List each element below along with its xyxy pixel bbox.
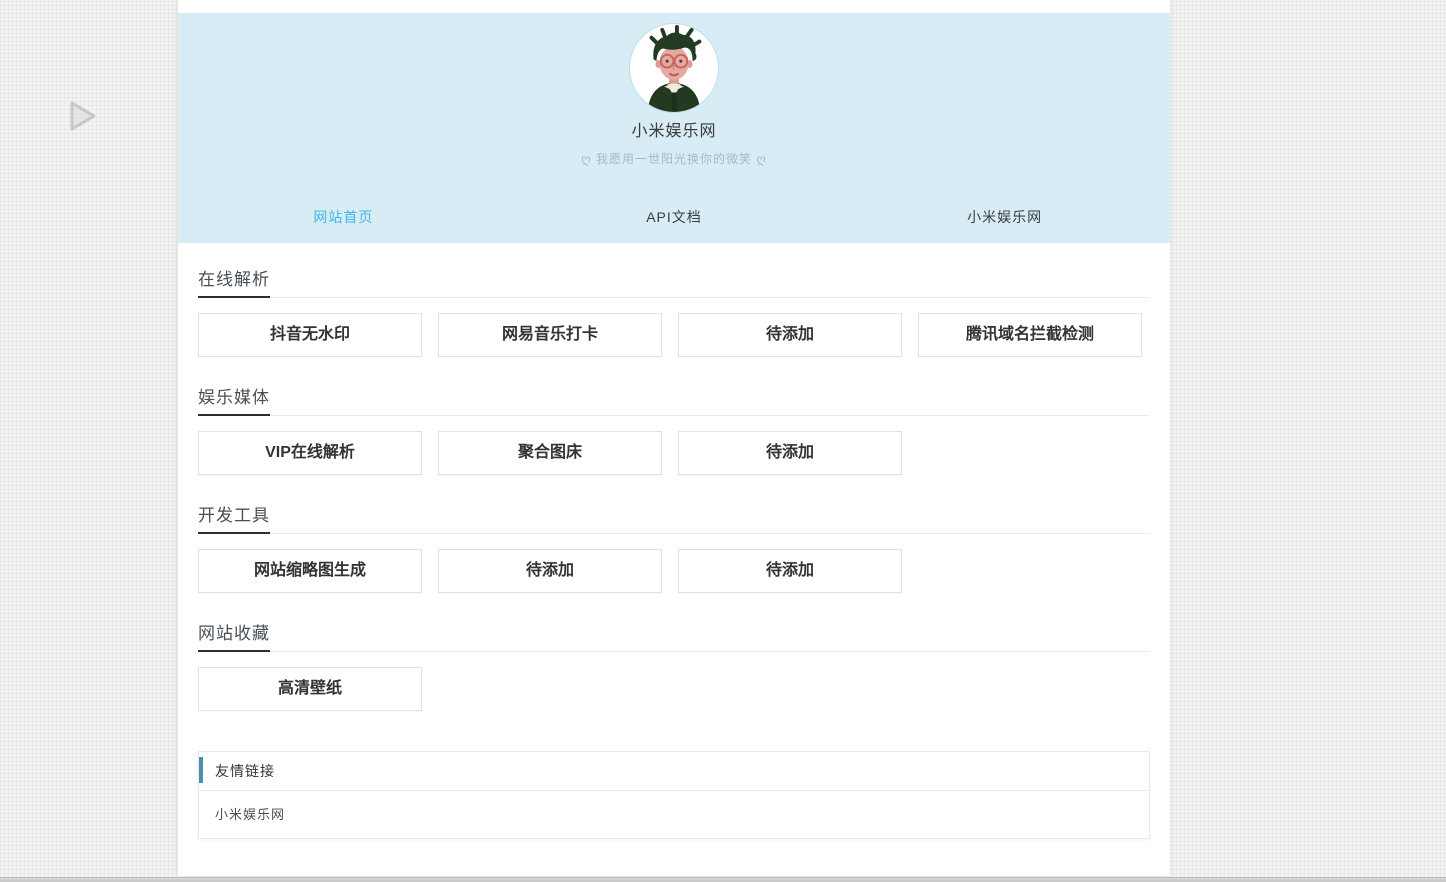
friend-links-title: 友情链接 bbox=[215, 763, 275, 779]
main-nav: 网站首页 API文档 小米娱乐网 bbox=[178, 197, 1170, 243]
tool-button-vip-parse[interactable]: VIP在线解析 bbox=[198, 431, 422, 475]
section-online-parse-buttons: 抖音无水印 网易音乐打卡 待添加 腾讯域名拦截检测 bbox=[198, 313, 1150, 357]
tool-button-placeholder[interactable]: 待添加 bbox=[678, 549, 902, 593]
section-collection-buttons: 高清壁纸 bbox=[198, 667, 1150, 711]
friend-links-header: 友情链接 bbox=[199, 752, 1149, 791]
tool-button-douyin[interactable]: 抖音无水印 bbox=[198, 313, 422, 357]
tool-button-site-thumbnail[interactable]: 网站缩略图生成 bbox=[198, 549, 422, 593]
friend-links-panel: 友情链接 小米娱乐网 bbox=[198, 751, 1150, 839]
site-page: 小米娱乐网 ღ 我愿用一世阳光换你的微笑 ღ 网站首页 API文档 小米娱乐网 … bbox=[178, 0, 1170, 876]
section-media-buttons: VIP在线解析 聚合图床 待添加 bbox=[198, 431, 1150, 475]
site-subtitle: ღ 我愿用一世阳光换你的微笑 ღ bbox=[178, 150, 1170, 167]
tool-button-placeholder[interactable]: 待添加 bbox=[438, 549, 662, 593]
section-title-collection: 网站收藏 bbox=[198, 619, 1150, 652]
avatar bbox=[629, 23, 719, 113]
tool-button-hd-wallpaper[interactable]: 高清壁纸 bbox=[198, 667, 422, 711]
section-title-online-parse: 在线解析 bbox=[198, 265, 1150, 298]
tool-button-image-host[interactable]: 聚合图床 bbox=[438, 431, 662, 475]
section-title-media: 娱乐媒体 bbox=[198, 383, 1150, 416]
accent-bar bbox=[199, 757, 203, 783]
section-devtools-buttons: 网站缩略图生成 待添加 待添加 bbox=[198, 549, 1150, 593]
tool-button-placeholder[interactable]: 待添加 bbox=[678, 313, 902, 357]
site-title: 小米娱乐网 bbox=[178, 117, 1170, 141]
play-arrow-icon bbox=[70, 101, 96, 131]
friend-link-item[interactable]: 小米娱乐网 bbox=[215, 807, 285, 822]
friend-links-body: 小米娱乐网 bbox=[199, 791, 1149, 838]
main-content: 在线解析 抖音无水印 网易音乐打卡 待添加 腾讯域名拦截检测 娱乐媒体 VIP在… bbox=[178, 243, 1170, 839]
section-title-devtools: 开发工具 bbox=[198, 501, 1150, 534]
tool-button-placeholder[interactable]: 待添加 bbox=[678, 431, 902, 475]
nav-item-home[interactable]: 网站首页 bbox=[178, 197, 509, 243]
bottom-bar bbox=[0, 877, 1446, 882]
nav-item-api-docs[interactable]: API文档 bbox=[509, 197, 840, 243]
tool-button-tencent-domain-check[interactable]: 腾讯域名拦截检测 bbox=[918, 313, 1142, 357]
site-header: 小米娱乐网 ღ 我愿用一世阳光换你的微笑 ღ 网站首页 API文档 小米娱乐网 bbox=[178, 13, 1170, 243]
nav-item-site[interactable]: 小米娱乐网 bbox=[839, 197, 1170, 243]
avatar-wrap bbox=[629, 13, 719, 103]
tool-button-netease-music[interactable]: 网易音乐打卡 bbox=[438, 313, 662, 357]
